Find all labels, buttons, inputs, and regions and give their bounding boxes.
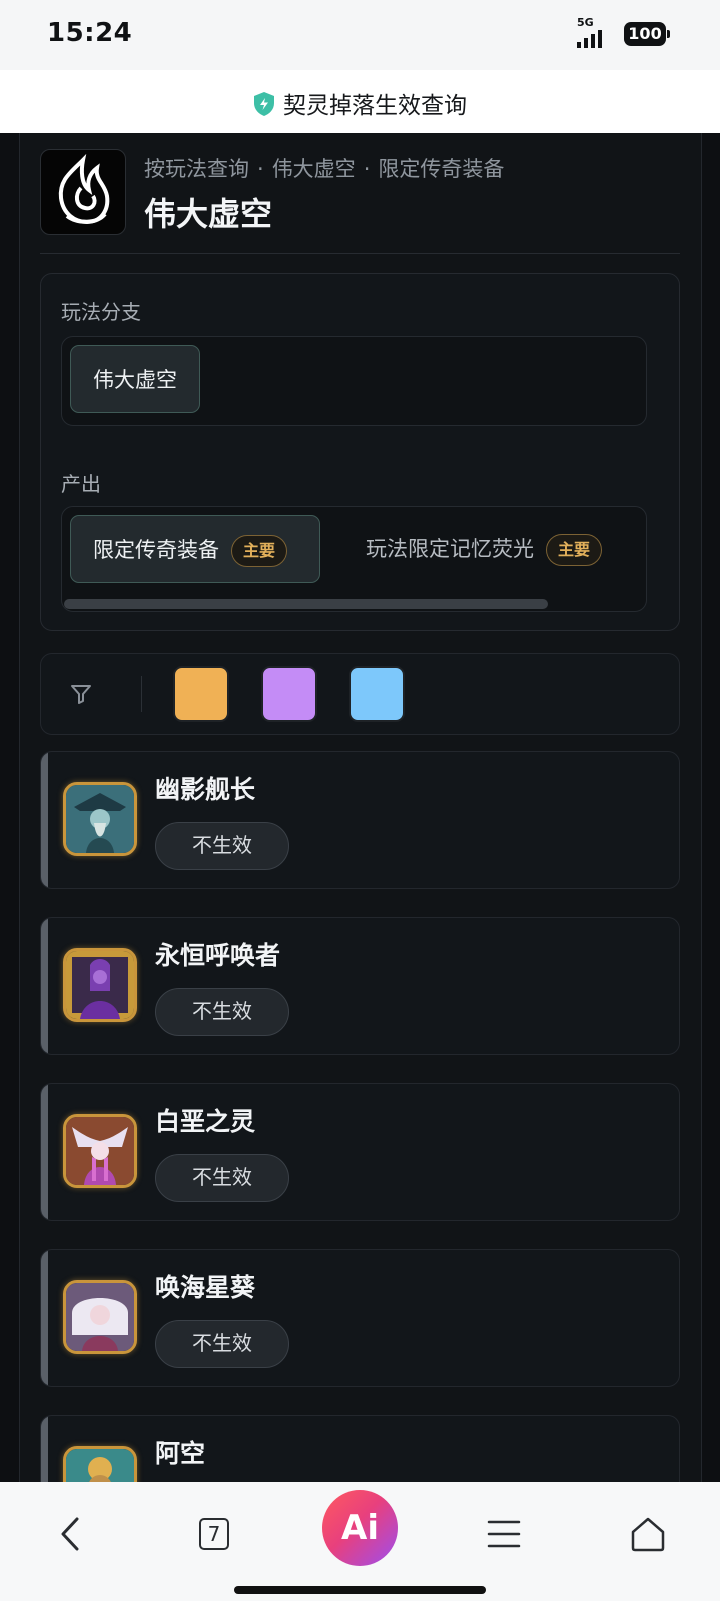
title-bar: 契灵掉落生效查询 (0, 70, 720, 133)
status-badge: 不生效 (155, 1320, 289, 1368)
page-content[interactable]: 按玩法查询 · 伟大虚空 · 限定传奇装备 伟大虚空 玩法分支 伟大虚空 产出 限定传奇… (0, 133, 720, 1482)
sea-star-portrait (63, 1280, 137, 1354)
card-accent (41, 1416, 48, 1482)
browser-bottom-nav: 7 Ai (0, 1482, 720, 1601)
breadcrumb-item[interactable]: 限定传奇装备 (378, 157, 504, 181)
primary-badge: 主要 (546, 534, 603, 566)
chalk-spirit-portrait (63, 1114, 137, 1188)
home-indicator (234, 1586, 486, 1594)
filter-divider (141, 676, 142, 712)
tabs-button[interactable]: 7 (184, 1504, 244, 1564)
breadcrumb-item[interactable]: 伟大虚空 (272, 157, 356, 181)
battery-indicator: 100 (624, 22, 670, 46)
menu-icon (487, 1520, 521, 1548)
signal-bars-icon (577, 30, 602, 48)
output-option-selected[interactable]: 限定传奇装备 主要 (70, 515, 320, 583)
header-divider (40, 253, 680, 254)
spirit-card[interactable]: 幽影舰长 不生效 (40, 751, 680, 889)
card-accent (41, 1084, 48, 1220)
status-badge: 不生效 (155, 822, 289, 870)
home-button[interactable] (618, 1504, 678, 1564)
branch-section-label: 玩法分支 (61, 300, 141, 324)
back-button[interactable] (40, 1504, 100, 1564)
branch-option-selected[interactable]: 伟大虚空 (70, 345, 200, 413)
color-swatch-blue[interactable] (349, 666, 405, 722)
page-header: 按玩法查询 · 伟大虚空 · 限定传奇装备 伟大虚空 (40, 149, 680, 249)
spirit-name: 幽影舰长 (155, 775, 256, 804)
card-accent (41, 918, 48, 1054)
status-time: 15:24 (47, 18, 133, 48)
card-accent (41, 1250, 48, 1386)
status-badge: 不生效 (155, 1154, 289, 1202)
spirit-name: 永恒呼唤者 (155, 941, 281, 970)
color-swatch-purple[interactable] (261, 666, 317, 722)
color-filter-bar (40, 653, 680, 735)
breadcrumb-item[interactable]: 按玩法查询 (144, 157, 249, 181)
branch-options: 伟大虚空 (61, 336, 647, 426)
output-option-label: 限定传奇装备 (93, 538, 219, 562)
color-swatch-orange[interactable] (173, 666, 229, 722)
akong-portrait (63, 1446, 137, 1482)
spirit-card[interactable]: 永恒呼唤者 不生效 (40, 917, 680, 1055)
output-option-label: 玩法限定记忆荧光 (366, 537, 534, 561)
breadcrumb-separator: · (363, 157, 371, 181)
breadcrumb-separator: · (257, 157, 264, 181)
spirit-name: 唤海星葵 (155, 1273, 256, 1302)
spirit-name: 阿空 (155, 1439, 206, 1468)
status-bar: 15:24 5G 100 (0, 0, 720, 70)
tabs-icon: 7 (199, 1518, 229, 1550)
page-title: 伟大虚空 (144, 195, 273, 233)
filter-icon[interactable] (69, 682, 93, 706)
home-icon (631, 1517, 665, 1552)
eternal-caller-portrait (63, 948, 137, 1022)
output-section-label: 产出 (61, 472, 101, 496)
window-title: 契灵掉落生效查询 (283, 93, 467, 119)
shield-check-icon (254, 92, 274, 116)
spirit-name: 白垩之灵 (155, 1107, 256, 1136)
horizontal-scrollbar[interactable] (64, 599, 548, 609)
flame-emblem-icon (40, 149, 126, 235)
card-accent (41, 752, 48, 888)
back-icon (61, 1517, 79, 1551)
ghost-captain-portrait (63, 782, 137, 856)
spirit-card[interactable]: 阿空 (40, 1415, 680, 1482)
ai-assistant-button[interactable]: Ai (322, 1490, 398, 1566)
output-options[interactable]: 限定传奇装备 主要 玩法限定记忆荧光 主要 (61, 506, 647, 612)
selection-panel: 玩法分支 伟大虚空 产出 限定传奇装备 主要 玩法限定记忆荧光 主要 (40, 273, 680, 631)
spirit-card[interactable]: 唤海星葵 不生效 (40, 1249, 680, 1387)
menu-button[interactable] (474, 1504, 534, 1564)
spirit-card[interactable]: 白垩之灵 不生效 (40, 1083, 680, 1221)
status-badge: 不生效 (155, 988, 289, 1036)
primary-badge: 主要 (231, 535, 288, 567)
output-option[interactable]: 玩法限定记忆荧光 主要 (366, 515, 603, 583)
breadcrumb: 按玩法查询 · 伟大虚空 · 限定传奇装备 (144, 153, 504, 183)
